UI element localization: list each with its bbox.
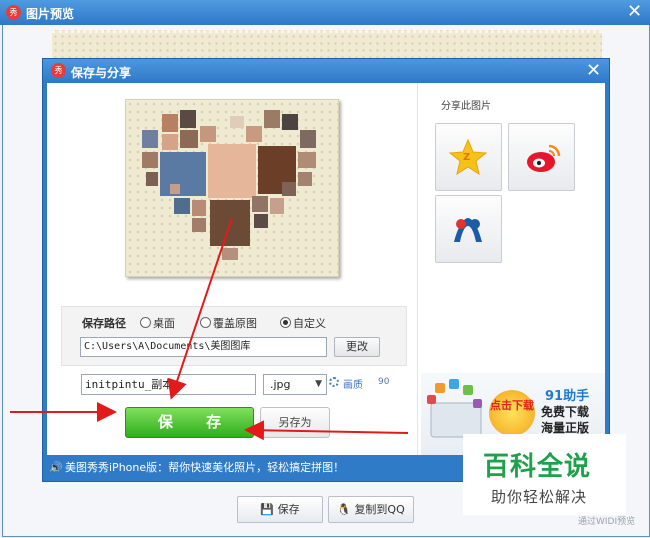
divider (417, 83, 418, 455)
quality-link[interactable]: 画质 (343, 376, 363, 391)
renren-icon (454, 218, 482, 242)
chevron-down-icon: ▼ (315, 379, 322, 389)
extension-select[interactable]: .jpg ▼ (263, 374, 327, 395)
heart-collage-image (142, 110, 316, 260)
qq-icon: 🐧 (337, 503, 351, 516)
dialog-titlebar: 秀 保存与分享 ✕ (43, 59, 609, 83)
save-path-input[interactable]: C:\Users\A\Documents\美图图库 (80, 337, 327, 357)
speaker-icon: 🔊 (49, 461, 63, 474)
radio-overwrite[interactable] (200, 317, 211, 328)
ad-brand: 91助手 (545, 389, 590, 404)
ad-line-1: 免费下载 (541, 405, 590, 419)
extension-value: .jpg (270, 378, 291, 391)
dialog-close-icon[interactable]: ✕ (586, 62, 601, 80)
save-share-dialog: 秀 保存与分享 ✕ 保存路径 桌面 覆盖原图 自定义 C:\Users\A\Do… (42, 58, 610, 482)
dialog-title: 保存与分享 (71, 66, 132, 80)
save-as-button[interactable]: 另存为 (260, 407, 330, 438)
ad-download-badge[interactable]: 点击下载 (489, 390, 535, 436)
meitu-logo-icon: 秀 (6, 5, 21, 20)
qzone-icon: Z (448, 138, 488, 176)
share-qzone-button[interactable]: Z (435, 123, 502, 191)
copy-to-qq-button[interactable]: 🐧 复制到QQ (328, 496, 414, 523)
window-title: 图片预览 (26, 7, 75, 21)
meitu-logo-icon: 秀 (51, 63, 66, 78)
heart-collage-preview (125, 99, 339, 277)
bottom-save-label: 保存 (277, 503, 300, 516)
watermark: 百科全说 助你轻松解决 (463, 434, 626, 515)
radio-desktop[interactable] (140, 317, 151, 328)
footer-note: 通过WIDI预览 (578, 517, 636, 527)
radio-overwrite-label[interactable]: 覆盖原图 (213, 315, 257, 331)
quality-value: 90 (378, 377, 390, 387)
watermark-title: 百科全说 (483, 452, 592, 482)
share-title: 分享此图片 (441, 101, 491, 112)
floppy-icon: 💾 (260, 503, 275, 516)
radio-desktop-label[interactable]: 桌面 (153, 315, 175, 331)
save-path-label: 保存路径 (82, 317, 126, 330)
copy-to-qq-label: 复制到QQ (354, 503, 405, 516)
share-renren-button[interactable] (435, 195, 502, 263)
filename-input[interactable]: initpintu_副本 (81, 374, 256, 395)
weibo-icon (527, 144, 561, 172)
dialog-body: 保存路径 桌面 覆盖原图 自定义 C:\Users\A\Documents\美图… (47, 83, 605, 455)
svg-text:Z: Z (463, 152, 470, 163)
radio-custom-label[interactable]: 自定义 (293, 315, 326, 331)
close-icon[interactable]: ✕ (627, 3, 642, 21)
change-path-button[interactable]: 更改 (334, 337, 380, 357)
share-weibo-button[interactable] (508, 123, 575, 191)
outer-titlebar: 秀 图片预览 ✕ (0, 0, 650, 25)
watermark-subtitle: 助你轻松解决 (491, 488, 588, 506)
save-button[interactable]: 保 存 (125, 407, 254, 438)
radio-custom[interactable] (280, 317, 291, 328)
bottom-save-button[interactable]: 💾 保存 (237, 496, 323, 523)
quality-gear-icon[interactable] (329, 377, 339, 387)
save-path-panel: 保存路径 桌面 覆盖原图 自定义 C:\Users\A\Documents\美图… (61, 306, 407, 366)
promo-link[interactable]: 美图秀秀iPhone版：帮你快速美化照片，轻松搞定拼图！ (65, 455, 344, 481)
